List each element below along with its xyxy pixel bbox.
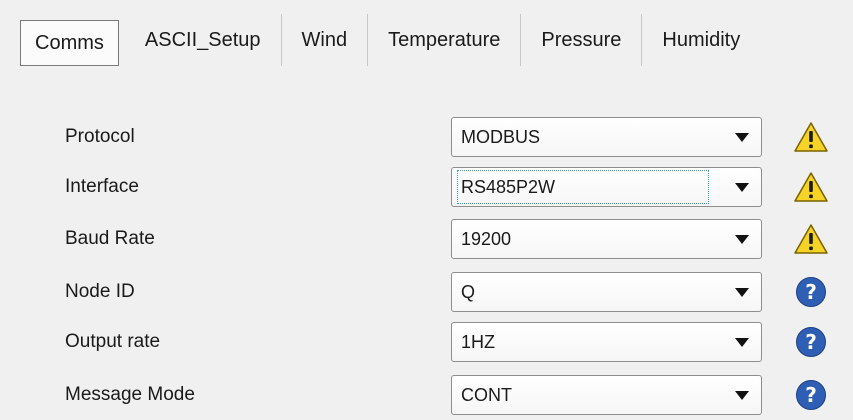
svg-text:?: ? [805,280,817,304]
tab-humidity[interactable]: Humidity [642,14,740,66]
interface-value: RS485P2W [457,170,709,204]
chevron-down-icon[interactable] [735,133,749,142]
interface-row: Interface RS485P2W [0,167,853,207]
node-id-row: Node ID Q ? [0,272,853,312]
tab-temperature[interactable]: Temperature [368,14,522,66]
interface-dropdown[interactable]: RS485P2W [451,167,762,207]
warning-icon [794,122,828,152]
comms-settings-panel: Comms ASCII_Setup Wind Temperature Press… [0,0,853,420]
message-mode-label: Message Mode [65,384,195,405]
node-id-value: Q [461,282,476,302]
baud-rate-value: 19200 [461,229,512,249]
tab-comms[interactable]: Comms [20,20,119,66]
output-rate-row: Output rate 1HZ ? [0,322,853,362]
protocol-label: Protocol [65,126,135,147]
chevron-down-icon[interactable] [735,235,749,244]
interface-label: Interface [65,176,139,197]
protocol-value: MODBUS [461,127,541,147]
output-rate-dropdown[interactable]: 1HZ [451,322,762,362]
node-id-label: Node ID [65,281,135,302]
chevron-down-icon[interactable] [735,391,749,400]
chevron-down-icon[interactable] [735,288,749,297]
output-rate-value: 1HZ [461,332,496,352]
tab-pressure[interactable]: Pressure [521,14,643,66]
chevron-down-icon[interactable] [735,183,749,192]
chevron-down-icon[interactable] [735,338,749,347]
warning-icon [794,172,828,202]
svg-text:?: ? [805,383,817,407]
help-icon[interactable]: ? [793,276,829,308]
message-mode-row: Message Mode CONT ? [0,375,853,415]
tab-wind[interactable]: Wind [282,14,369,66]
message-mode-dropdown[interactable]: CONT [451,375,762,415]
baud-rate-row: Baud Rate 19200 [0,219,853,259]
output-rate-label: Output rate [65,331,161,352]
protocol-row: Protocol MODBUS [0,117,853,157]
tab-bar: Comms ASCII_Setup Wind Temperature Press… [20,14,853,66]
message-mode-value: CONT [461,385,512,405]
node-id-dropdown[interactable]: Q [451,272,762,312]
svg-text:?: ? [805,330,817,354]
help-icon[interactable]: ? [793,326,829,358]
baud-rate-dropdown[interactable]: 19200 [451,219,762,259]
protocol-dropdown[interactable]: MODBUS [451,117,762,157]
baud-rate-label: Baud Rate [65,228,155,249]
warning-icon [794,224,828,254]
tab-ascii-setup[interactable]: ASCII_Setup [125,14,282,66]
help-icon[interactable]: ? [793,379,829,411]
